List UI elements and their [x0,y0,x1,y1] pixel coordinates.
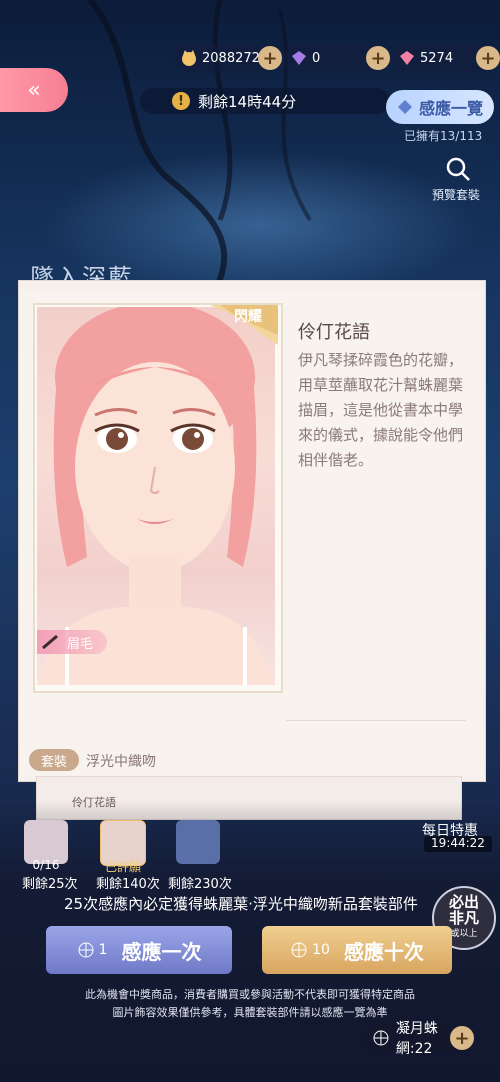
reward-slot-3[interactable] [176,820,220,864]
overview-button[interactable]: 感應一覽 [386,90,494,124]
add-coin-button[interactable]: + [258,46,282,70]
disclaimer-line-1: 此為機會中獎商品，消費者購買或參與活動不代表即可獲得特定商品 [85,988,415,1001]
item-description: 伊凡琴揉碎霞色的花瓣，用草莖蘸取花汁幫蛛麗葉描眉，這是他從書本中學來的儀式，據說… [298,351,464,469]
guarantee-badge-line2: 非凡 [448,909,479,927]
part-tag: 眉毛 [37,630,107,654]
web-currency: 凝月蛛網:22 + [364,1021,474,1057]
set-name: 浮光中織吻 [86,754,156,770]
reward-remaining-3: 剩餘230次 [168,877,232,892]
divider [286,720,466,721]
brush-icon [42,634,58,650]
preview-set-label[interactable]: 預覽套裝 [432,186,480,203]
back-button[interactable]: « [0,68,68,112]
item-photo [37,307,275,685]
draw-one-label: 感應一次 [121,939,202,964]
draw-one-button[interactable]: 1 感應一次 [46,926,232,974]
event-timer: ! 剩餘14時44分 [140,88,390,114]
reward-remaining-1: 剩餘25次 [22,877,78,892]
spiderweb-icon [78,942,94,958]
add-pink-diamond-button[interactable]: + [476,46,500,70]
set-tag: 套裝 [29,749,79,771]
magnifier-icon[interactable] [444,155,472,183]
purple-diamond-icon [292,51,306,65]
daily-deal-time: 19:44:22 [424,836,492,852]
add-purple-diamond-button[interactable]: + [366,46,390,70]
timer-text: 剩餘14時44分 [198,92,297,111]
item-title: 伶仃花語 [298,322,370,343]
character-portrait [37,307,275,685]
draw-ten-button[interactable]: 10 感應十次 [262,926,452,974]
cat-coin-icon [182,50,196,66]
guarantee-text: 25次感應內必定獲得蛛麗葉·浮光中織吻新品套裝部件 [64,895,418,913]
currency-pink-diamond: 5274 + [392,44,500,72]
draw-ten-count: 10 [312,942,330,958]
draw-ten-label: 感應十次 [343,939,424,964]
spiderweb-icon [373,1030,389,1046]
spiderweb-icon [291,942,307,958]
rarity-badge-label: 閃耀 [234,309,262,325]
currency-purple-diamond: 0 + [284,44,390,72]
guarantee-badge-line3: 或以上 [450,929,478,939]
part-label: 眉毛 [67,636,94,652]
reward-remaining-2: 剩餘140次 [96,877,160,892]
reward-count-1: 0/16 [32,858,60,872]
add-web-currency-button[interactable]: + [450,1026,474,1050]
guarantee-badge-line1: 必出 [448,893,479,911]
pink-diamond-value: 5274 [420,50,454,66]
double-chevron-left-icon: « [27,77,41,103]
purple-diamond-value: 0 [312,50,321,66]
exclamation-icon: ! [172,92,190,110]
pink-diamond-icon [400,51,414,65]
currency-coin: 20882724 + [174,44,282,72]
diamond-icon [397,100,412,114]
draw-one-count: 1 [98,942,108,958]
overview-label: 感應一覽 [418,99,483,118]
owned-count: 已擁有13/113 [404,129,483,143]
